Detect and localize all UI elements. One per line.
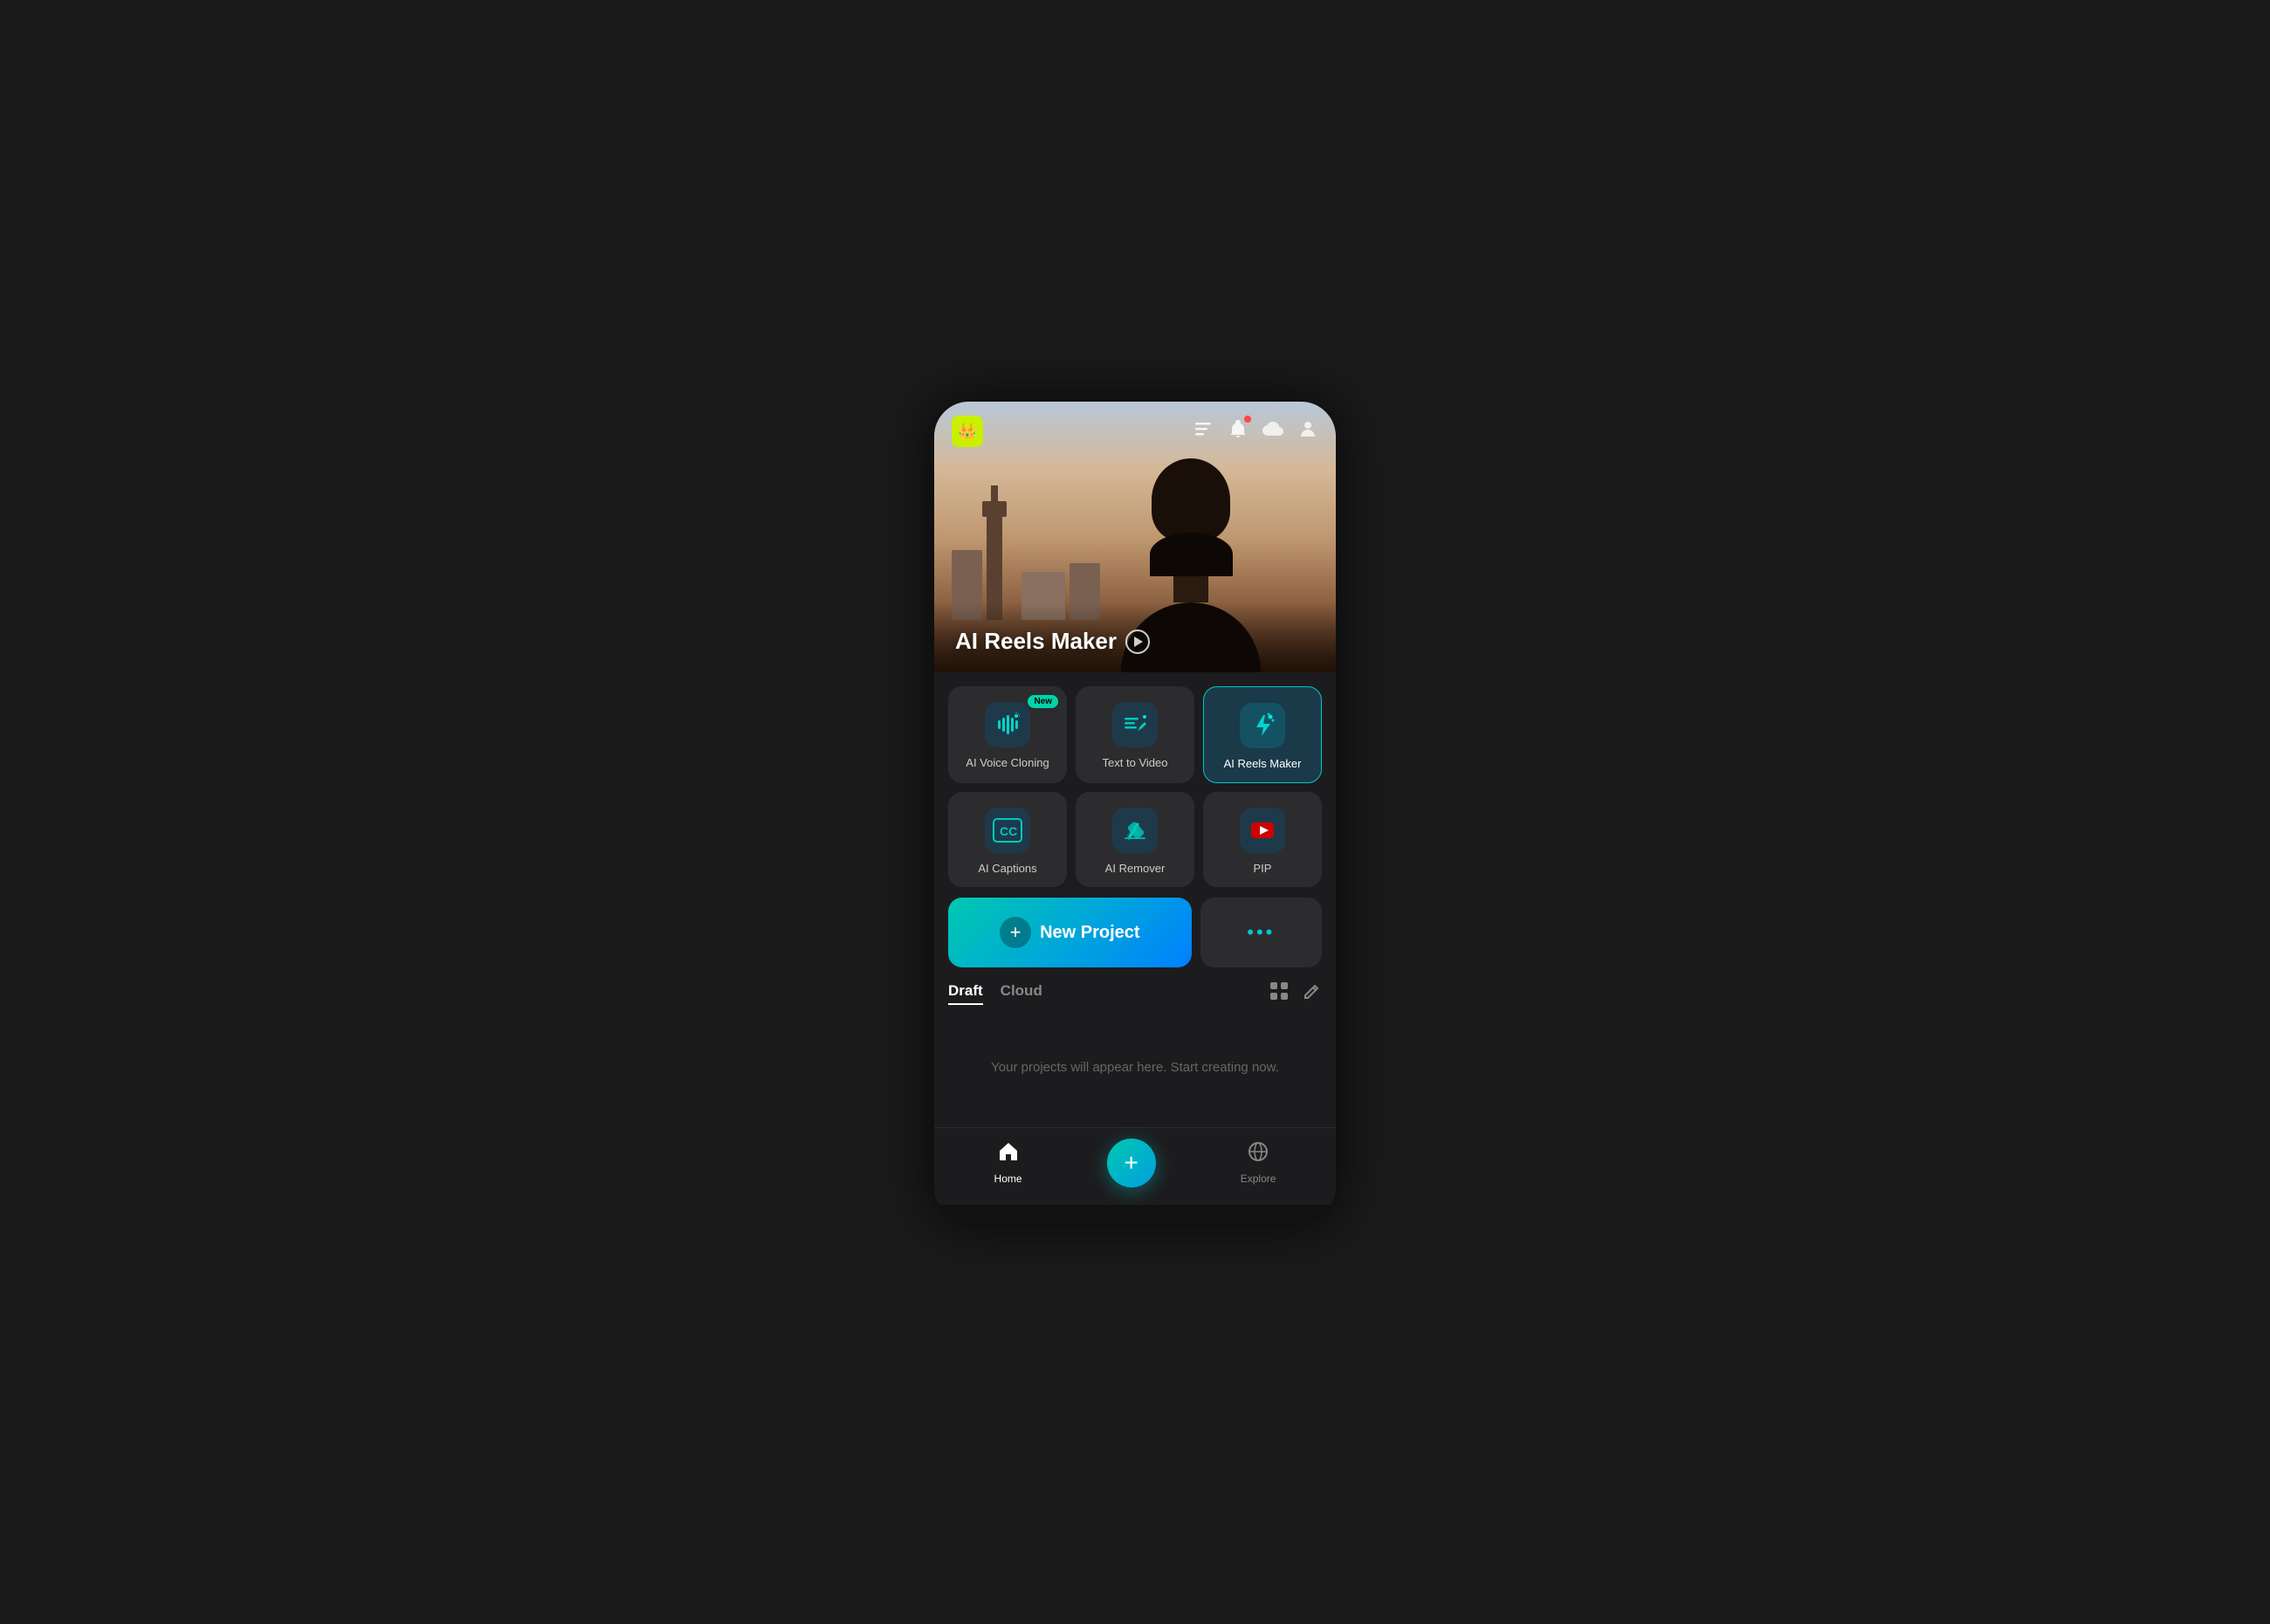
bottom-nav: Home + Explore [934, 1127, 1336, 1205]
top-bar: 👑 [934, 402, 1336, 461]
ai-voice-cloning-label: AI Voice Cloning [966, 756, 1049, 769]
new-project-button[interactable]: + New Project [948, 898, 1192, 967]
empty-state: Your projects will appear here. Start cr… [948, 1023, 1322, 1113]
home-icon [997, 1140, 1020, 1169]
explore-icon [1247, 1140, 1269, 1169]
new-project-label: New Project [1040, 923, 1139, 943]
add-icon: + [1124, 1151, 1138, 1175]
tabs-row: Draft Cloud [948, 981, 1322, 1006]
hero-play-button[interactable] [1125, 630, 1150, 654]
top-icons [1193, 418, 1318, 444]
more-button[interactable]: ••• [1200, 898, 1322, 967]
captions-icon: CC [993, 818, 1022, 843]
new-badge: New [1028, 695, 1058, 708]
ai-reels-icon [1249, 712, 1276, 739]
home-label: Home [994, 1173, 1022, 1185]
more-dots: ••• [1247, 921, 1275, 944]
svg-text:CC: CC [1000, 824, 1017, 838]
ai-reels-maker-label: AI Reels Maker [1224, 757, 1302, 770]
crown-logo[interactable]: 👑 [952, 416, 983, 447]
ai-captions-label: AI Captions [978, 862, 1036, 875]
edit-icon[interactable] [1303, 981, 1322, 1006]
cloud-icon[interactable] [1262, 418, 1283, 444]
ai-remover-label: AI Remover [1105, 862, 1166, 875]
voice-cloning-icon [994, 712, 1021, 738]
text-to-video-icon-wrap [1112, 702, 1158, 747]
text-to-video-label: Text to Video [1103, 756, 1168, 769]
nav-explore[interactable]: Explore [1241, 1140, 1276, 1185]
ai-captions-icon-wrap: CC [985, 808, 1030, 853]
nav-add-button[interactable]: + [1107, 1139, 1156, 1187]
ai-voice-cloning-icon-wrap [985, 702, 1030, 747]
tool-card-ai-remover[interactable]: AI Remover [1076, 792, 1194, 887]
tool-card-ai-captions[interactable]: CC AI Captions [948, 792, 1067, 887]
tower-top [982, 501, 1007, 517]
notification-icon[interactable] [1228, 418, 1248, 444]
explore-label: Explore [1241, 1173, 1276, 1185]
tabs-left: Draft Cloud [948, 982, 1042, 1005]
tab-cloud[interactable]: Cloud [1001, 982, 1042, 1005]
remover-icon [1122, 817, 1148, 843]
new-project-row: + New Project ••• [948, 898, 1322, 967]
phone-container: 👑 [934, 402, 1336, 1222]
menu-icon[interactable] [1193, 418, 1214, 444]
grid-view-icon[interactable] [1269, 981, 1289, 1006]
tool-card-ai-voice-cloning[interactable]: New AI Vo [948, 686, 1067, 783]
hero-section: 👑 [934, 402, 1336, 672]
ai-reels-maker-icon-wrap [1240, 703, 1285, 748]
play-icon [1134, 637, 1143, 647]
pip-icon [1249, 817, 1276, 843]
tab-draft[interactable]: Draft [948, 982, 983, 1005]
ai-remover-icon-wrap [1112, 808, 1158, 853]
notification-dot [1244, 416, 1251, 423]
tool-card-ai-reels-maker[interactable]: AI Reels Maker [1203, 686, 1322, 783]
tower-spire [991, 485, 998, 503]
profile-icon[interactable] [1297, 418, 1318, 444]
tabs-right [1269, 981, 1322, 1006]
hero-title-text: AI Reels Maker [955, 628, 1117, 655]
tool-card-text-to-video[interactable]: Text to Video [1076, 686, 1194, 783]
nav-home[interactable]: Home [994, 1140, 1022, 1185]
pip-icon-wrap [1240, 808, 1285, 853]
main-content: New AI Vo [934, 672, 1336, 1127]
tool-card-pip[interactable]: PIP [1203, 792, 1322, 887]
text-to-video-icon [1122, 712, 1148, 738]
pip-label: PIP [1254, 862, 1272, 875]
empty-state-message: Your projects will appear here. Start cr… [991, 1060, 1279, 1075]
tool-grid: New AI Vo [948, 686, 1322, 887]
hero-title: AI Reels Maker [955, 628, 1150, 655]
new-project-plus-icon: + [1000, 917, 1031, 948]
